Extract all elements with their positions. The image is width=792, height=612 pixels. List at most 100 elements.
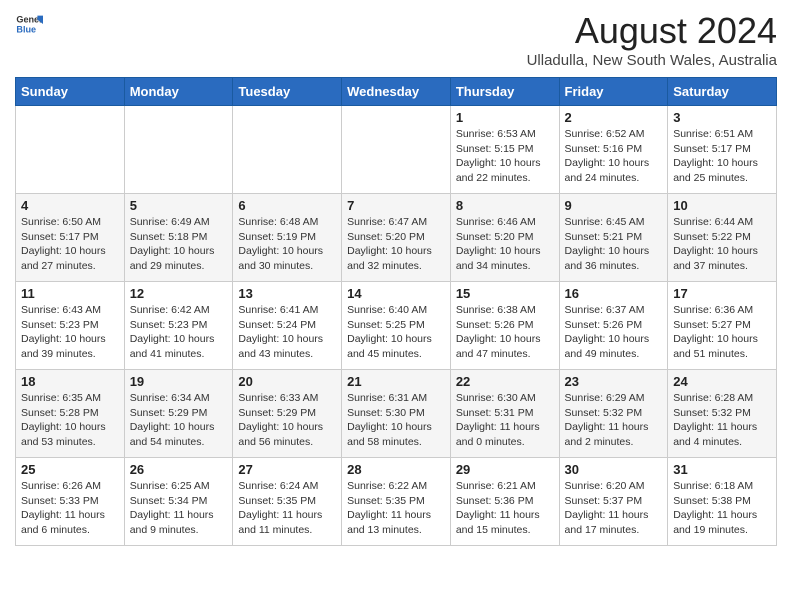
calendar-cell: 7 Sunrise: 6:47 AM Sunset: 5:20 PM Daylig… xyxy=(342,194,451,282)
day-info: Sunrise: 6:24 AM Sunset: 5:35 PM Dayligh… xyxy=(238,479,336,538)
day-info: Sunrise: 6:47 AM Sunset: 5:20 PM Dayligh… xyxy=(347,215,445,274)
calendar-cell: 19Sunrise: 6:34 AM Sunset: 5:29 PM Dayli… xyxy=(124,370,233,458)
day-info: Sunrise: 6:38 AM Sunset: 5:26 PM Dayligh… xyxy=(456,303,554,362)
calendar-cell: 31 Sunrise: 6:18 AM Sunset: 5:38 PM Dayli… xyxy=(668,458,777,546)
day-info: Sunrise: 6:49 AM Sunset: 5:18 PM Dayligh… xyxy=(130,215,228,274)
svg-text:Blue: Blue xyxy=(16,24,36,34)
day-number: 6 xyxy=(238,198,336,213)
day-info: Sunrise: 6:21 AM Sunset: 5:36 PM Dayligh… xyxy=(456,479,554,538)
day-info: Sunrise: 6:31 AM Sunset: 5:30 PM Dayligh… xyxy=(347,391,445,450)
day-number: 4 xyxy=(21,198,119,213)
day-info: Sunrise: 6:33 AM Sunset: 5:29 PM Dayligh… xyxy=(238,391,336,450)
day-number: 31 xyxy=(673,462,771,477)
calendar-cell: 27 Sunrise: 6:24 AM Sunset: 5:35 PM Dayli… xyxy=(233,458,342,546)
day-number: 30 xyxy=(565,462,663,477)
calendar-week-4: 25 Sunrise: 6:26 AM Sunset: 5:33 PM Dayli… xyxy=(16,458,777,546)
calendar-cell: 29 Sunrise: 6:21 AM Sunset: 5:36 PM Dayli… xyxy=(450,458,559,546)
day-info: Sunrise: 6:29 AM Sunset: 5:32 PM Dayligh… xyxy=(565,391,663,450)
day-info: Sunrise: 6:30 AM Sunset: 5:31 PM Dayligh… xyxy=(456,391,554,450)
title-area: August 2024 Ulladulla, New South Wales, … xyxy=(527,10,777,69)
day-number: 12 xyxy=(130,286,228,301)
day-number: 13 xyxy=(238,286,336,301)
day-number: 14 xyxy=(347,286,445,301)
day-number: 8 xyxy=(456,198,554,213)
calendar-week-1: 4 Sunrise: 6:50 AM Sunset: 5:17 PM Daylig… xyxy=(16,194,777,282)
day-info: Sunrise: 6:26 AM Sunset: 5:33 PM Dayligh… xyxy=(21,479,119,538)
day-info: Sunrise: 6:53 AM Sunset: 5:15 PM Dayligh… xyxy=(456,127,554,186)
day-number: 16 xyxy=(565,286,663,301)
day-info: Sunrise: 6:20 AM Sunset: 5:37 PM Dayligh… xyxy=(565,479,663,538)
day-number: 20 xyxy=(238,374,336,389)
location-title: Ulladulla, New South Wales, Australia xyxy=(527,52,777,69)
day-number: 28 xyxy=(347,462,445,477)
day-number: 7 xyxy=(347,198,445,213)
day-info: Sunrise: 6:41 AM Sunset: 5:24 PM Dayligh… xyxy=(238,303,336,362)
logo: General Blue xyxy=(15,10,43,38)
calendar-body: 1 Sunrise: 6:53 AM Sunset: 5:15 PM Daylig… xyxy=(16,106,777,546)
day-info: Sunrise: 6:28 AM Sunset: 5:32 PM Dayligh… xyxy=(673,391,771,450)
calendar-cell: 3Sunrise: 6:51 AM Sunset: 5:17 PM Daylig… xyxy=(668,106,777,194)
calendar-cell: 20 Sunrise: 6:33 AM Sunset: 5:29 PM Dayli… xyxy=(233,370,342,458)
calendar-table: SundayMondayTuesdayWednesdayThursdayFrid… xyxy=(15,77,777,546)
calendar-cell: 12Sunrise: 6:42 AM Sunset: 5:23 PM Dayli… xyxy=(124,282,233,370)
day-info: Sunrise: 6:40 AM Sunset: 5:25 PM Dayligh… xyxy=(347,303,445,362)
day-info: Sunrise: 6:50 AM Sunset: 5:17 PM Dayligh… xyxy=(21,215,119,274)
day-number: 23 xyxy=(565,374,663,389)
day-info: Sunrise: 6:35 AM Sunset: 5:28 PM Dayligh… xyxy=(21,391,119,450)
day-number: 24 xyxy=(673,374,771,389)
day-info: Sunrise: 6:25 AM Sunset: 5:34 PM Dayligh… xyxy=(130,479,228,538)
header-sunday: Sunday xyxy=(16,78,125,106)
day-number: 29 xyxy=(456,462,554,477)
calendar-cell: 16Sunrise: 6:37 AM Sunset: 5:26 PM Dayli… xyxy=(559,282,668,370)
calendar-cell: 9Sunrise: 6:45 AM Sunset: 5:21 PM Daylig… xyxy=(559,194,668,282)
calendar-cell: 30 Sunrise: 6:20 AM Sunset: 5:37 PM Dayli… xyxy=(559,458,668,546)
calendar-cell: 15 Sunrise: 6:38 AM Sunset: 5:26 PM Dayli… xyxy=(450,282,559,370)
header-tuesday: Tuesday xyxy=(233,78,342,106)
day-number: 27 xyxy=(238,462,336,477)
calendar-cell xyxy=(233,106,342,194)
calendar-cell: 23 Sunrise: 6:29 AM Sunset: 5:32 PM Dayli… xyxy=(559,370,668,458)
calendar-cell: 5Sunrise: 6:49 AM Sunset: 5:18 PM Daylig… xyxy=(124,194,233,282)
page-header: General Blue August 2024 Ulladulla, New … xyxy=(15,10,777,69)
day-number: 26 xyxy=(130,462,228,477)
calendar-cell: 4 Sunrise: 6:50 AM Sunset: 5:17 PM Daylig… xyxy=(16,194,125,282)
header-thursday: Thursday xyxy=(450,78,559,106)
calendar-cell: 11Sunrise: 6:43 AM Sunset: 5:23 PM Dayli… xyxy=(16,282,125,370)
calendar-cell: 6Sunrise: 6:48 AM Sunset: 5:19 PM Daylig… xyxy=(233,194,342,282)
day-number: 25 xyxy=(21,462,119,477)
day-number: 10 xyxy=(673,198,771,213)
day-info: Sunrise: 6:22 AM Sunset: 5:35 PM Dayligh… xyxy=(347,479,445,538)
day-number: 3 xyxy=(673,110,771,125)
day-info: Sunrise: 6:18 AM Sunset: 5:38 PM Dayligh… xyxy=(673,479,771,538)
calendar-week-3: 18Sunrise: 6:35 AM Sunset: 5:28 PM Dayli… xyxy=(16,370,777,458)
header-friday: Friday xyxy=(559,78,668,106)
calendar-week-0: 1 Sunrise: 6:53 AM Sunset: 5:15 PM Daylig… xyxy=(16,106,777,194)
day-info: Sunrise: 6:36 AM Sunset: 5:27 PM Dayligh… xyxy=(673,303,771,362)
logo-icon: General Blue xyxy=(15,10,43,38)
calendar-cell: 28 Sunrise: 6:22 AM Sunset: 5:35 PM Dayli… xyxy=(342,458,451,546)
day-info: Sunrise: 6:46 AM Sunset: 5:20 PM Dayligh… xyxy=(456,215,554,274)
calendar-cell xyxy=(16,106,125,194)
calendar-cell: 1 Sunrise: 6:53 AM Sunset: 5:15 PM Daylig… xyxy=(450,106,559,194)
day-number: 9 xyxy=(565,198,663,213)
day-number: 22 xyxy=(456,374,554,389)
calendar-cell: 24 Sunrise: 6:28 AM Sunset: 5:32 PM Dayli… xyxy=(668,370,777,458)
calendar-cell: 22 Sunrise: 6:30 AM Sunset: 5:31 PM Dayli… xyxy=(450,370,559,458)
header-saturday: Saturday xyxy=(668,78,777,106)
calendar-week-2: 11Sunrise: 6:43 AM Sunset: 5:23 PM Dayli… xyxy=(16,282,777,370)
calendar-cell: 21 Sunrise: 6:31 AM Sunset: 5:30 PM Dayli… xyxy=(342,370,451,458)
calendar-cell: 14 Sunrise: 6:40 AM Sunset: 5:25 PM Dayli… xyxy=(342,282,451,370)
day-number: 21 xyxy=(347,374,445,389)
header-monday: Monday xyxy=(124,78,233,106)
calendar-cell: 2Sunrise: 6:52 AM Sunset: 5:16 PM Daylig… xyxy=(559,106,668,194)
day-info: Sunrise: 6:44 AM Sunset: 5:22 PM Dayligh… xyxy=(673,215,771,274)
header-wednesday: Wednesday xyxy=(342,78,451,106)
calendar-cell: 25 Sunrise: 6:26 AM Sunset: 5:33 PM Dayli… xyxy=(16,458,125,546)
calendar-cell: 8 Sunrise: 6:46 AM Sunset: 5:20 PM Daylig… xyxy=(450,194,559,282)
day-number: 1 xyxy=(456,110,554,125)
day-number: 15 xyxy=(456,286,554,301)
calendar-cell xyxy=(342,106,451,194)
month-title: August 2024 xyxy=(527,10,777,52)
day-info: Sunrise: 6:52 AM Sunset: 5:16 PM Dayligh… xyxy=(565,127,663,186)
day-number: 17 xyxy=(673,286,771,301)
